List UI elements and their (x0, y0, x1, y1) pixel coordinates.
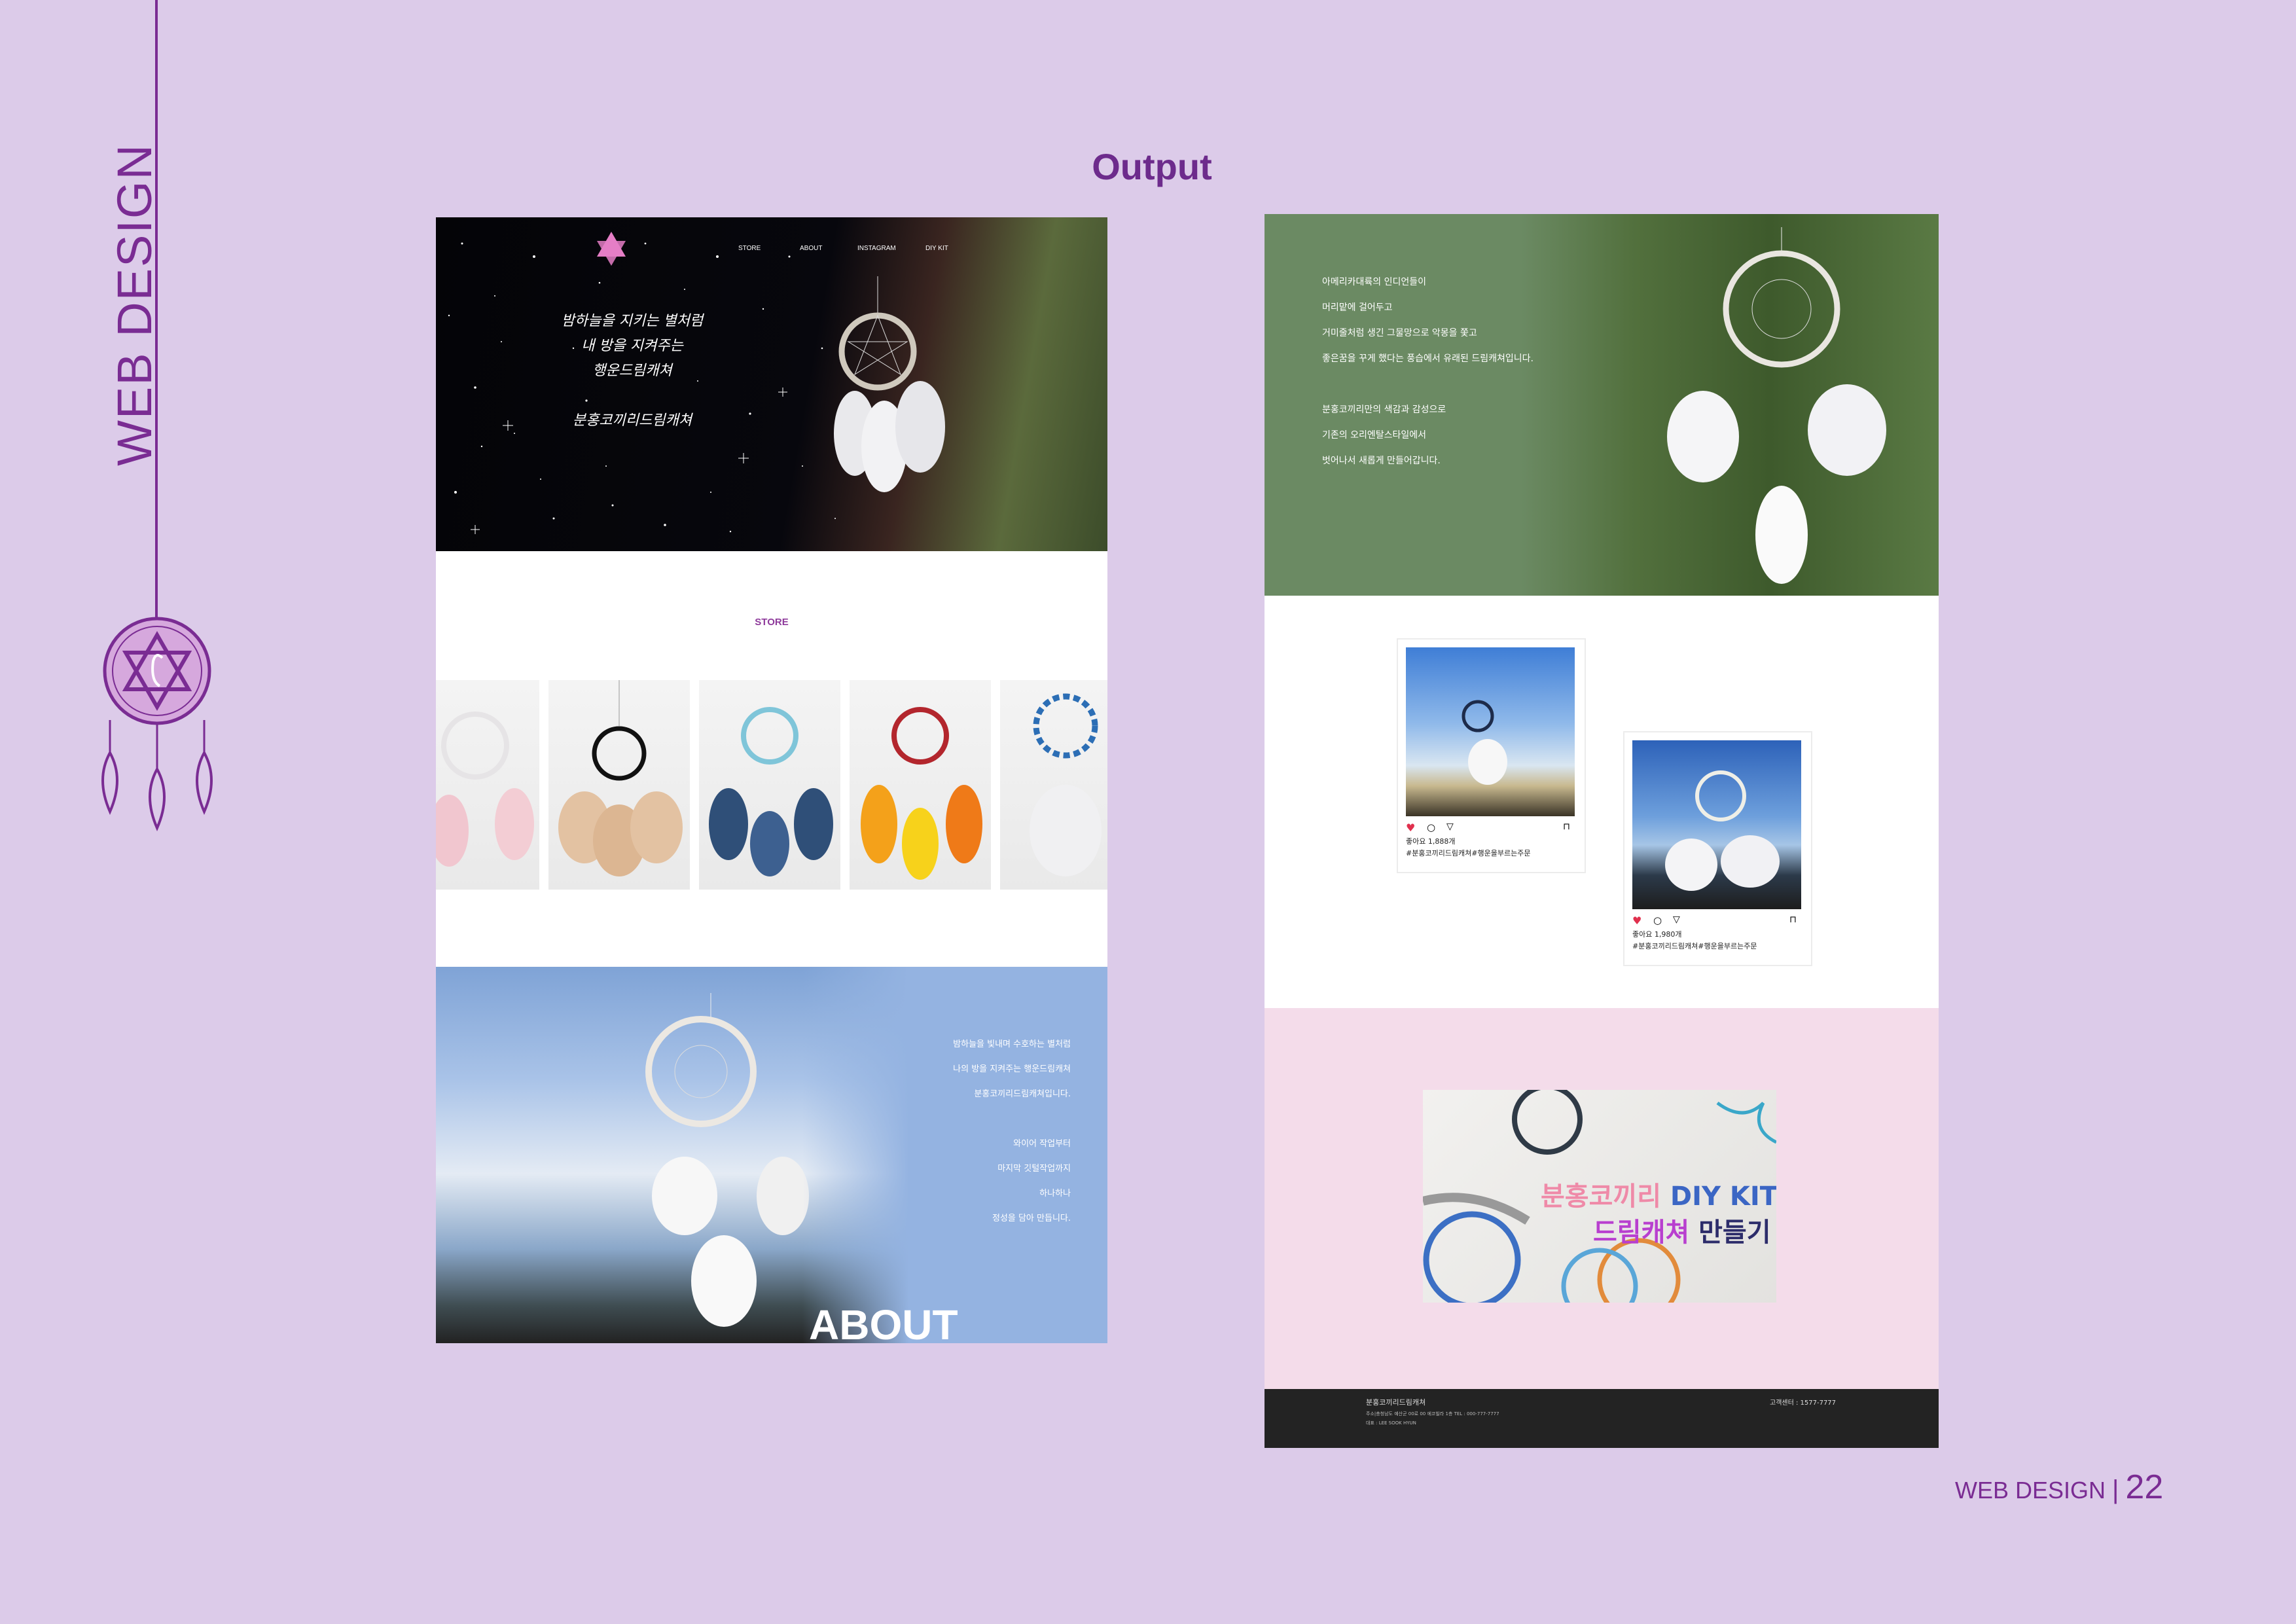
star-logo-icon[interactable] (592, 229, 631, 268)
intro-line: 벗어나서 새롭게 만들어갑니다. (1322, 456, 1441, 466)
store-section: STORE (436, 551, 1107, 970)
bookmark-icon[interactable]: ⊓ (1563, 821, 1570, 832)
post-image (1632, 740, 1801, 909)
footer-customer-service: 고객센터 : 1577-7777 (1770, 1399, 1837, 1407)
diy-kit-section: 분홍코끼리 DIY KIT 드림캐쳐 만들기 (1265, 1008, 1939, 1389)
heart-icon[interactable]: ♥ (1406, 821, 1415, 834)
post-hashtags: #분홍코끼리드림캐쳐#행운을부르는주문 (1632, 942, 1757, 950)
diy-brand: 분홍코끼리 (1541, 1182, 1661, 1212)
nav-store[interactable]: STORE (738, 245, 761, 252)
about-line: 정성을 담아 만듭니다. (992, 1214, 1071, 1223)
footer-ceo: 대표 : LEE SOOK HYUN (1366, 1420, 1416, 1426)
product-card[interactable] (699, 680, 840, 890)
bookmark-icon[interactable]: ⊓ (1789, 914, 1797, 925)
hero-line: 내 방을 지켜주는 (581, 338, 683, 354)
site-footer: 분홍코끼리드림캐쳐 주소|충청남도 예산군 00로 00 에코빌라 1층 TEL… (1265, 1389, 1939, 1448)
intro-line: 분홍코끼리만의 색감과 감성으로 (1322, 405, 1446, 415)
footer-company: 분홍코끼리드림캐쳐 (1366, 1398, 1426, 1407)
store-title: STORE (755, 617, 789, 628)
about-line: 하나하나 (1039, 1189, 1071, 1199)
red-dreamcatcher (861, 707, 982, 880)
diy-kit-text: DIY KIT (1661, 1182, 1776, 1212)
post-actions: ♥ ○ ▽ ⊓ (1632, 914, 1801, 928)
hero-line: 밤하늘을 지키는 별처럼 (561, 313, 704, 329)
intro-line: 아메리카대륙의 인디언들이 (1322, 277, 1427, 287)
about-section: 밤하늘을 빛내며 수호하는 별처럼 나의 방을 지켜주는 행운드림캐쳐 분홍코끼… (436, 967, 1107, 1343)
diy-title-line1: 분홍코끼리 DIY KIT (1541, 1175, 1776, 1213)
hero-line: 행운드림캐쳐 (592, 363, 672, 379)
dreamcatcher-photo (834, 276, 945, 492)
dreamcatcher-photo (645, 993, 809, 1327)
blue-dreamcatcher (709, 707, 833, 876)
instagram-post[interactable]: ♥ ○ ▽ ⊓ 좋아요 1,980개 #분홍코끼리드림캐쳐#행운을부르는주문 (1623, 731, 1812, 966)
post-actions: ♥ ○ ▽ ⊓ (1406, 821, 1575, 835)
pink-dreamcatcher (436, 712, 534, 867)
hero-section: STORE ABOUT INSTAGRAM DIY KIT 밤하늘을 지키는 별… (436, 217, 1107, 551)
instagram-post[interactable]: ♥ ○ ▽ ⊓ 좋아요 1,888개 #분홍코끼리드림캐쳐#행운을부르는주문 (1397, 638, 1586, 873)
footer-address: 주소|충청남도 예산군 00로 00 에코빌라 1층 TEL : 000-777… (1366, 1411, 1499, 1416)
post-likes: 좋아요 1,888개 (1406, 837, 1456, 846)
about-copy: 밤하늘을 빛내며 수호하는 별처럼 나의 방을 지켜주는 행운드림캐쳐 분홍코끼… (868, 1032, 1071, 1231)
nav-diy-kit[interactable]: DIY KIT (925, 245, 948, 252)
page-label-text: WEB DESIGN (1955, 1477, 2106, 1504)
white-blue-dreamcatcher (1030, 693, 1102, 876)
share-icon[interactable]: ▽ (1673, 914, 1680, 925)
about-line: 분홍코끼리드림캐쳐입니다. (974, 1089, 1071, 1099)
share-icon[interactable]: ▽ (1446, 821, 1454, 832)
intro-copy: 아메리카대륙의 인디언들이 머리맡에 걸어두고 거미줄처럼 생긴 그물망으로 악… (1322, 270, 1649, 474)
post-image (1406, 647, 1575, 816)
instagram-section: ♥ ○ ▽ ⊓ 좋아요 1,888개 #분홍코끼리드림캐쳐#행운을부르는주문 ♥… (1265, 596, 1939, 1008)
diy-action: 만들기 (1689, 1218, 1771, 1248)
post-likes: 좋아요 1,980개 (1632, 930, 1682, 939)
dreamcatcher-logo-icon (101, 617, 213, 831)
product-card[interactable] (1000, 680, 1107, 890)
page-label: WEB DESIGN | 22 (1955, 1468, 2163, 1507)
diy-product: 드림캐쳐 (1593, 1218, 1690, 1248)
diy-kit-banner[interactable]: 분홍코끼리 DIY KIT 드림캐쳐 만들기 (1423, 1090, 1776, 1303)
nav-about[interactable]: ABOUT (800, 245, 822, 252)
intro-line: 거미줄처럼 생긴 그물망으로 악몽을 쫓고 (1322, 328, 1477, 338)
intro-section: 아메리카대륙의 인디언들이 머리맡에 걸어두고 거미줄처럼 생긴 그물망으로 악… (1265, 214, 1939, 596)
intro-line: 머리맡에 걸어두고 (1322, 302, 1393, 313)
product-card[interactable] (548, 680, 690, 890)
page-label-separator: | (2112, 1475, 2119, 1504)
comment-icon[interactable]: ○ (1653, 914, 1662, 926)
website-mockup-main: STORE ABOUT INSTAGRAM DIY KIT 밤하늘을 지키는 별… (436, 217, 1107, 1343)
product-card[interactable] (436, 680, 539, 890)
dreamcatcher-photo (1667, 227, 1886, 584)
output-title: Output (1092, 146, 1212, 187)
hero-line: 분홍코끼리드림캐쳐 (572, 412, 692, 429)
intro-line: 좋은꿈을 꾸게 했다는 풍습에서 유래된 드림캐쳐입니다. (1322, 353, 1534, 364)
comment-icon[interactable]: ○ (1427, 821, 1435, 833)
about-line: 와이어 작업부터 (1013, 1139, 1071, 1149)
about-line: 밤하늘을 빛내며 수호하는 별처럼 (953, 1039, 1071, 1049)
heart-icon[interactable]: ♥ (1632, 914, 1641, 927)
website-mockup-sub: 아메리카대륙의 인디언들이 머리맡에 걸어두고 거미줄처럼 생긴 그물망으로 악… (1265, 214, 1939, 1448)
post-hashtags: #분홍코끼리드림캐쳐#행운을부르는주문 (1406, 849, 1531, 857)
about-line: 마지막 깃털작업까지 (997, 1164, 1071, 1174)
about-heading: ABOUT (809, 1301, 958, 1343)
about-line: 나의 방을 지켜주는 행운드림캐쳐 (953, 1064, 1071, 1074)
diy-title-line2: 드림캐쳐 만들기 (1593, 1211, 1771, 1249)
section-title: WEB DESIGN (107, 143, 162, 466)
nav-instagram[interactable]: INSTAGRAM (857, 245, 896, 252)
product-card[interactable] (850, 680, 991, 890)
intro-line: 기존의 오리엔탈스타일에서 (1322, 430, 1427, 441)
black-dreamcatcher (558, 680, 683, 876)
hero-copy: 밤하늘을 지키는 별처럼 내 방을 지켜주는 행운드림캐쳐 분홍코끼리드림캐쳐 (534, 309, 730, 433)
page-number: 22 (2125, 1468, 2164, 1506)
